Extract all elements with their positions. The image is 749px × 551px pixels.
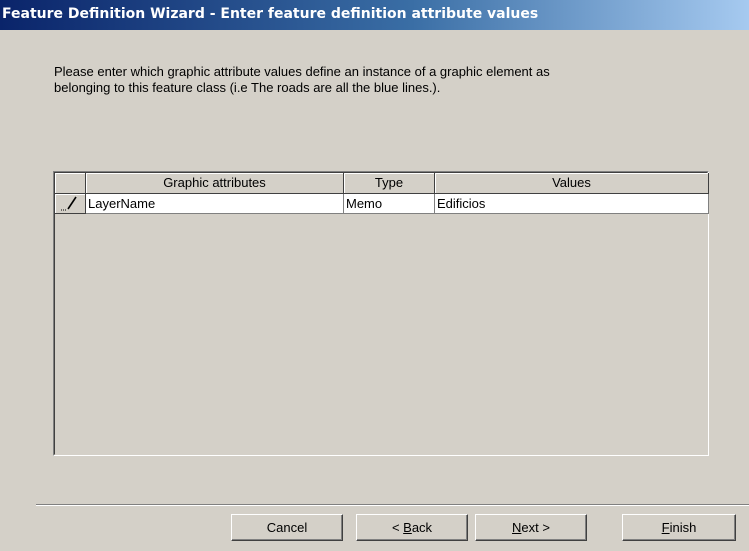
row-selector[interactable] (55, 194, 86, 214)
cancel-button[interactable]: Cancel (231, 514, 343, 541)
column-header-graphic-attributes[interactable]: Graphic attributes (86, 173, 344, 194)
finish-button-label: inish (669, 519, 697, 535)
column-header-type[interactable]: Type (344, 173, 435, 194)
next-button-accelerator: N (512, 519, 522, 535)
back-button-accelerator: B (403, 519, 412, 535)
next-button-label: ext > (521, 519, 550, 535)
grid-header: Graphic attributes Type Values (55, 173, 709, 194)
title-bar: Feature Definition Wizard - Enter featur… (0, 0, 749, 30)
back-button-prefix: < (391, 519, 404, 535)
cell-graphic-attribute[interactable]: LayerName (86, 194, 344, 214)
finish-button[interactable]: Finish (622, 514, 736, 541)
back-button[interactable]: < Back (356, 514, 468, 541)
instructions-line-1: Please enter which graphic attribute val… (54, 64, 550, 79)
table-row[interactable]: LayerName Memo Edificios (55, 194, 709, 214)
row-selector-header[interactable] (55, 173, 86, 194)
next-button[interactable]: Next > (475, 514, 587, 541)
cell-type[interactable]: Memo (344, 194, 435, 214)
column-header-values[interactable]: Values (435, 173, 709, 194)
finish-button-accelerator: F (661, 519, 670, 535)
instructions-line-2: belonging to this feature class (i.e The… (54, 80, 441, 95)
cell-values[interactable]: Edificios (435, 194, 709, 214)
separator-line (36, 504, 749, 506)
attribute-grid[interactable]: Graphic attributes Type Values LayerName… (53, 171, 709, 456)
cancel-button-label: Cancel (266, 519, 308, 535)
instructions-text: Please enter which graphic attribute val… (54, 64, 734, 96)
window-title: Feature Definition Wizard - Enter featur… (2, 6, 539, 22)
back-button-label: ack (411, 519, 433, 535)
